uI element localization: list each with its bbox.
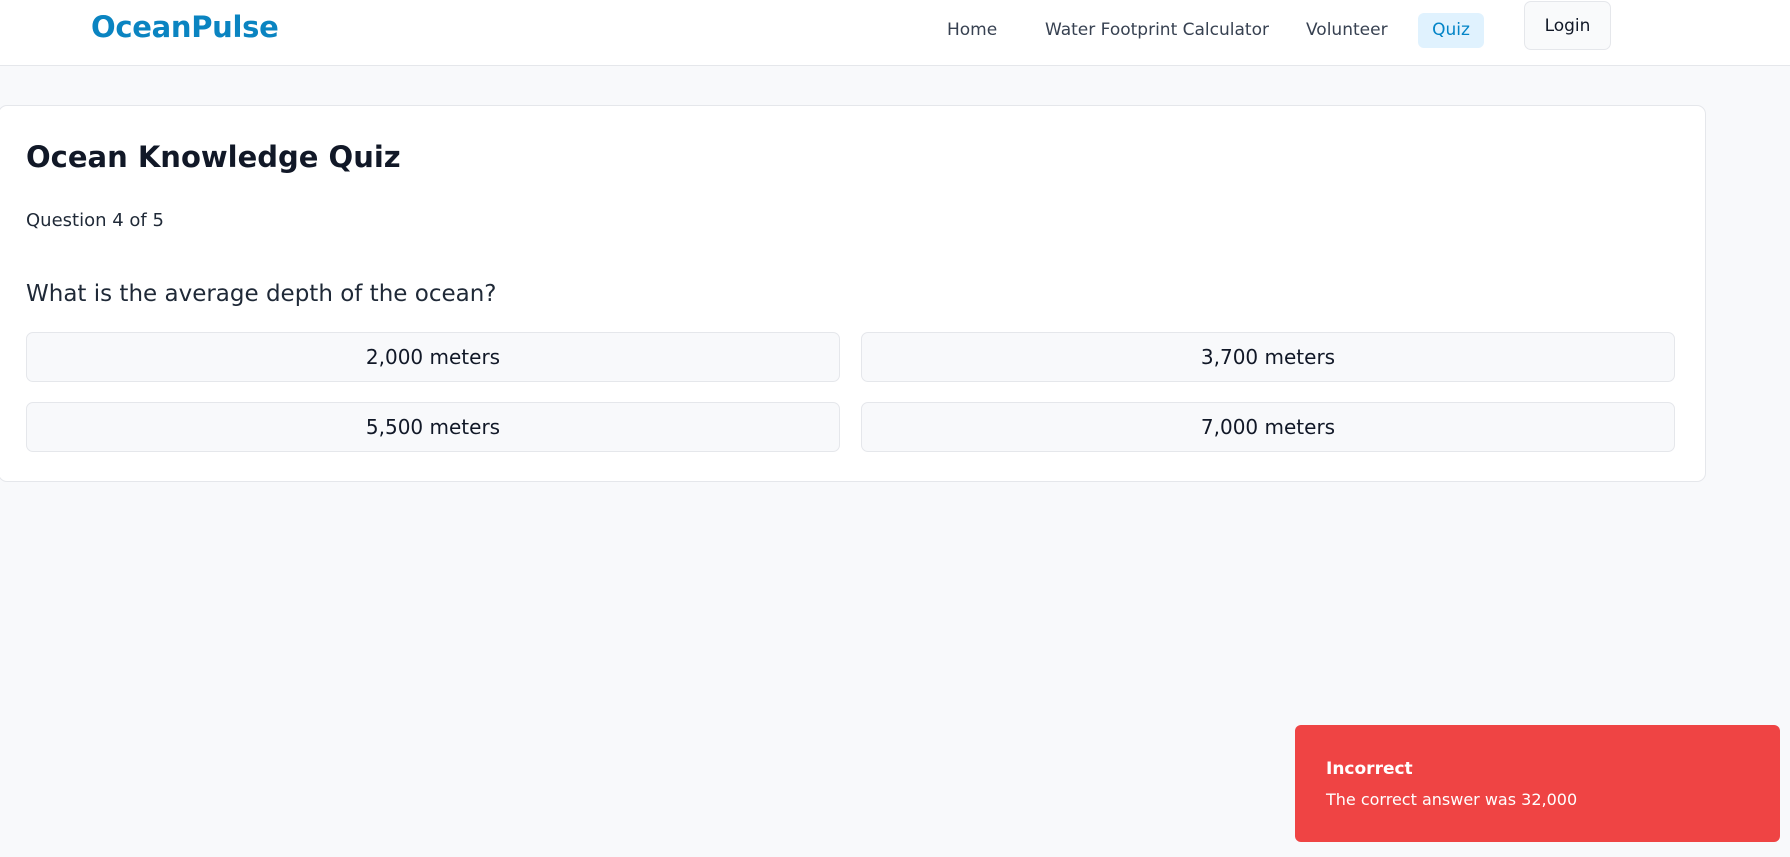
nav-water-footprint-calculator-link[interactable]: Water Footprint Calculator: [1031, 13, 1283, 48]
toast-title: Incorrect: [1326, 759, 1413, 779]
quiz-card: Ocean Knowledge Quiz Question 4 of 5 Wha…: [0, 105, 1706, 482]
answer-option-2[interactable]: 3,700 meters: [861, 332, 1675, 382]
brand-logo[interactable]: OceanPulse: [91, 10, 279, 44]
incorrect-toast[interactable]: Incorrect The correct answer was 32,000: [1295, 725, 1780, 842]
nav-quiz-link-active[interactable]: Quiz: [1418, 13, 1484, 48]
quiz-title: Ocean Knowledge Quiz: [26, 140, 401, 174]
nav-home-link[interactable]: Home: [933, 13, 1011, 48]
answer-option-3[interactable]: 5,500 meters: [26, 402, 840, 452]
login-button[interactable]: Login: [1524, 1, 1611, 50]
toast-message: The correct answer was 32,000: [1326, 790, 1578, 809]
top-navbar: OceanPulse Home Water Footprint Calculat…: [0, 0, 1790, 66]
question-progress: Question 4 of 5: [26, 210, 164, 231]
answer-option-1[interactable]: 2,000 meters: [26, 332, 840, 382]
question-text: What is the average depth of the ocean?: [26, 281, 497, 307]
nav-volunteer-link[interactable]: Volunteer: [1292, 13, 1402, 48]
answer-option-4[interactable]: 7,000 meters: [861, 402, 1675, 452]
